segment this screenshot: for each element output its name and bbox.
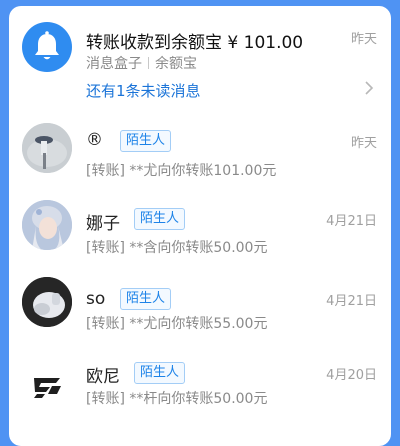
message-item[interactable]: 娜子 陌生人 4月21日 [转账] **含向你转账50.00元 [9,192,391,268]
message-item[interactable]: ® 陌生人 昨天 [转账] **尤向你转账101.00元 [9,116,391,192]
contact-name: 欧尼 [86,367,120,387]
stranger-badge: 陌生人 [120,130,172,152]
message-date: 4月21日 [326,214,377,229]
stranger-badge: 陌生人 [120,288,172,310]
unread-messages-link[interactable]: 还有1条未读消息 [86,80,201,101]
message-item[interactable]: so 陌生人 4月21日 [转账] **尤向你转账55.00元 [9,268,391,348]
contact-name: so [86,289,106,309]
chevron-right-icon[interactable] [359,78,379,98]
message-preview: [转账] **尤向你转账55.00元 [86,316,268,332]
message-date: 4月20日 [326,368,377,383]
message-item[interactable]: 欧尼 陌生人 4月20日 [转账] **杆向你转账50.00元 [9,348,391,428]
notice-source: 消息盒子 [86,56,142,72]
avatar [22,360,72,410]
stranger-badge: 陌生人 [134,208,186,230]
message-date: 4月21日 [326,294,377,309]
notice-subtitle: 消息盒子 余额宝 [86,53,197,73]
message-preview: [转账] **含向你转账50.00元 [86,240,268,256]
avatar [22,123,72,173]
contact-name: 娜子 [86,214,120,234]
bell-icon [22,22,72,72]
message-preview: [转账] **尤向你转账101.00元 [86,163,277,179]
message-list-card: 转账收款到余额宝 ¥ 101.00 昨天 消息盒子 余额宝 还有1条未读消息 ® … [9,6,391,446]
stranger-badge: 陌生人 [134,362,186,384]
notice-tag: 余额宝 [155,56,197,72]
notice-date: 昨天 [350,32,377,47]
divider [148,57,149,69]
contact-name: ® [86,130,103,150]
message-preview: [转账] **杆向你转账50.00元 [86,391,268,407]
notice-title: 转账收款到余额宝 ¥ 101.00 [86,33,304,53]
notice-row[interactable]: 转账收款到余额宝 ¥ 101.00 昨天 消息盒子 余额宝 还有1条未读消息 [9,6,391,116]
avatar [22,200,72,250]
message-date: 昨天 [350,136,377,151]
avatar [22,277,72,327]
